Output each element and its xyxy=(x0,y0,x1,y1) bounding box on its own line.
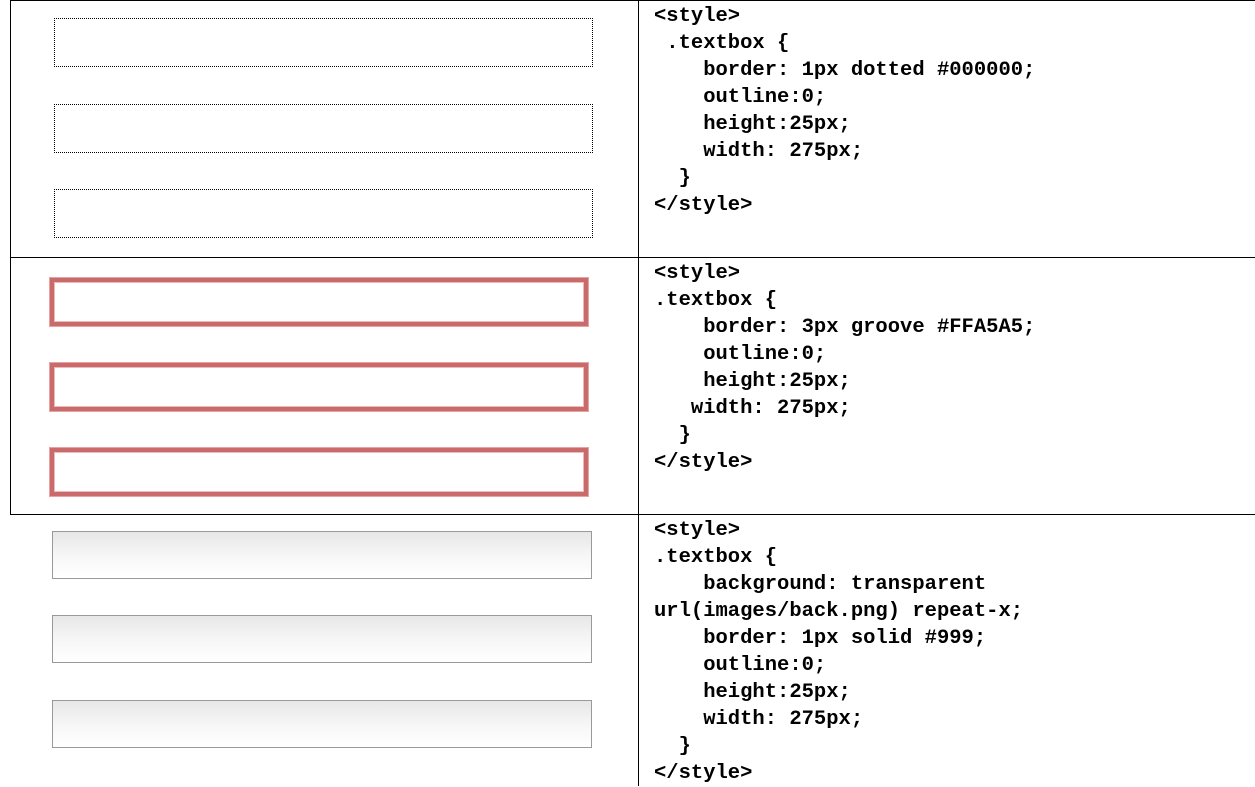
code-line: width: 275px; xyxy=(654,140,864,163)
code-line: .textbox { xyxy=(654,546,778,569)
table-left-border xyxy=(10,0,11,515)
code-line: } xyxy=(654,167,691,190)
code-line: border: 1px dotted #000000; xyxy=(654,59,1036,82)
code-line: } xyxy=(654,735,691,758)
code-line: <style> xyxy=(654,5,741,28)
gradient-textbox-example xyxy=(52,531,592,579)
groove-textbox-example xyxy=(50,363,588,411)
dotted-textbox-example xyxy=(54,18,593,67)
code-line: } xyxy=(654,424,691,447)
code-line: <style> xyxy=(654,262,741,285)
table-top-border xyxy=(10,0,1255,1)
code-line: border: 1px solid #999; xyxy=(654,627,987,650)
dotted-textbox-example xyxy=(54,189,593,238)
code-line: </style> xyxy=(654,762,753,785)
code-line: outline:0; xyxy=(654,86,827,109)
code-line: width: 275px; xyxy=(654,397,851,420)
groove-textbox-example xyxy=(50,278,588,326)
css-code-block: <style> .textbox { border: 3px groove #FF… xyxy=(654,260,1035,476)
groove-textbox-example xyxy=(50,448,588,496)
code-line: <style> xyxy=(654,519,741,542)
css-code-block: <style> .textbox { border: 1px dotted #0… xyxy=(654,3,1035,219)
comparison-table: <style> .textbox { border: 1px dotted #0… xyxy=(0,0,1255,786)
gradient-textbox-example xyxy=(52,615,592,663)
code-line: outline:0; xyxy=(654,343,827,366)
code-line: border: 3px groove #FFA5A5; xyxy=(654,316,1036,339)
code-line: outline:0; xyxy=(654,654,827,677)
code-line: </style> xyxy=(654,451,753,474)
code-line: height:25px; xyxy=(654,113,851,136)
code-line: height:25px; xyxy=(654,681,851,704)
css-code-block: <style> .textbox { background: transparen… xyxy=(654,517,1023,787)
dotted-textbox-example xyxy=(54,104,593,153)
row-divider xyxy=(10,514,1255,515)
column-divider xyxy=(638,0,639,786)
code-line: background: transparent xyxy=(654,573,987,596)
code-line: .textbox { xyxy=(654,289,778,312)
gradient-textbox-example xyxy=(52,700,592,748)
code-line: url(images/back.png) repeat-x; xyxy=(654,600,1024,623)
code-line: </style> xyxy=(654,194,753,217)
code-line: height:25px; xyxy=(654,370,851,393)
row-divider xyxy=(10,257,1255,258)
code-line: .textbox { xyxy=(654,32,790,55)
code-line: width: 275px; xyxy=(654,708,864,731)
